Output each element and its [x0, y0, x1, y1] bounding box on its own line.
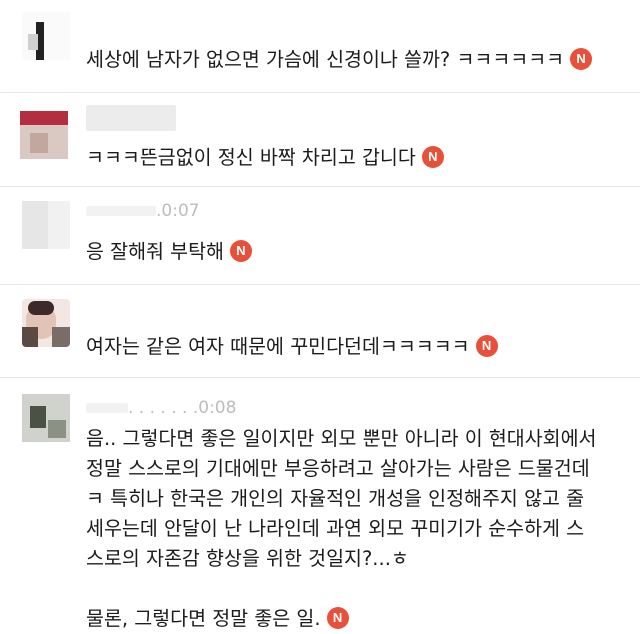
comment-text: 세상에 남자가 없으면 가슴에 신경이나 쓸까? ㅋㅋㅋㅋㅋㅋ N: [86, 45, 593, 75]
new-badge: N: [229, 239, 252, 262]
comment-line: ㅋ 특히나 한국은 개인의 자율적인 개성을 인정해주지 않고 줄: [86, 487, 585, 510]
comment-timestamp: .0:07: [86, 201, 200, 221]
avatar[interactable]: [22, 12, 70, 60]
comment-line: 물론, 그렇다면 정말 좋은 일. N: [86, 604, 626, 634]
comment-line: 스로의 자존감 향상을 위한 것일지?...ㅎ: [86, 547, 409, 570]
comment-5: . . . . . . .0:08 음.. 그렇다면 좋은 일이지만 외모 뿐만…: [0, 378, 640, 630]
comment-2: ㅋㅋㅋ뜬금없이 정신 바짝 차리고 갑니다 N: [0, 93, 640, 185]
comment-line: 정말 스스로의 기대에만 부응하려고 살아가는 사람은 드물건데: [86, 457, 590, 480]
comment-text: 여자는 같은 여자 때문에 꾸민다던데ㅋㅋㅋㅋㅋ N: [86, 332, 498, 362]
comment-3: .0:07 응 잘해줘 부탁해 N: [0, 187, 640, 283]
new-badge: N: [475, 334, 498, 357]
avatar[interactable]: [22, 201, 70, 249]
avatar[interactable]: [22, 394, 70, 442]
avatar[interactable]: [22, 299, 70, 347]
comment-4: 여자는 같은 여자 때문에 꾸민다던데ㅋㅋㅋㅋㅋ N: [0, 285, 640, 377]
comment-1: 세상에 남자가 없으면 가슴에 신경이나 쓸까? ㅋㅋㅋㅋㅋㅋ N: [0, 0, 640, 92]
comment-line: 음.. 그렇다면 좋은 일이지만 외모 뿐만 아니라 이 현대사회에서: [86, 427, 597, 450]
comment-text: 음.. 그렇다면 좋은 일이지만 외모 뿐만 아니라 이 현대사회에서 정말 스…: [86, 424, 626, 634]
new-badge: N: [570, 47, 593, 70]
new-badge: N: [326, 606, 349, 629]
comment-text: 응 잘해줘 부탁해 N: [86, 237, 252, 267]
comment-timestamp: . . . . . . .0:08: [86, 398, 236, 418]
comment-text: ㅋㅋㅋ뜬금없이 정신 바짝 차리고 갑니다 N: [86, 143, 444, 173]
new-badge: N: [421, 145, 444, 168]
comment-line: 세우는데 안달이 난 나라인데 과연 외모 꾸미기가 순수하게 스: [86, 517, 585, 540]
author-meta-blurred: [86, 105, 176, 131]
avatar[interactable]: [20, 111, 68, 159]
